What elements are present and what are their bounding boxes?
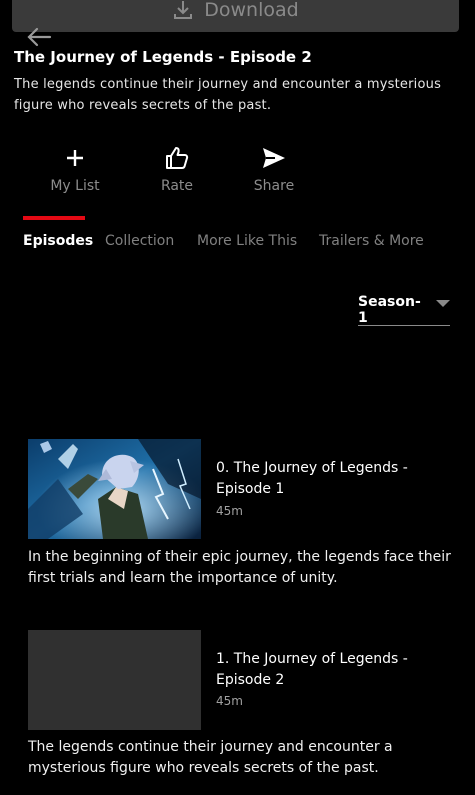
download-label: Download: [204, 0, 299, 21]
episode-duration: 45m: [216, 504, 243, 518]
season-selected: Season-1: [358, 294, 421, 326]
my-list-button[interactable]: My List: [30, 144, 120, 194]
episode-thumbnail[interactable]: [28, 439, 201, 539]
episode-title[interactable]: 1. The Journey of Legends - Episode 2: [216, 649, 426, 691]
episode-description: In the beginning of their epic journey, …: [28, 549, 451, 586]
episode-thumbnail-placeholder[interactable]: [28, 630, 201, 730]
caret-down-icon: [436, 300, 450, 307]
tab-collection[interactable]: Collection: [105, 233, 174, 249]
anime-character-artwork: [28, 439, 201, 539]
plus-icon: [65, 144, 85, 172]
active-tab-indicator: [23, 216, 85, 220]
download-button[interactable]: Download: [12, 0, 459, 32]
send-icon: [261, 144, 287, 172]
share-label: Share: [253, 178, 295, 194]
episode-description: The legends continue their journey and e…: [28, 739, 393, 776]
episode-synopsis: The legends continue their journey and e…: [14, 77, 442, 113]
episode-detail-page: Download The Journey of Legends - Episod…: [0, 0, 475, 795]
rate-label: Rate: [160, 178, 194, 194]
episode-duration: 45m: [216, 694, 243, 708]
back-button[interactable]: [26, 26, 52, 48]
page-title: The Journey of Legends - Episode 2: [14, 48, 312, 66]
my-list-label: My List: [50, 178, 100, 194]
tab-trailers-and-more[interactable]: Trailers & More: [319, 233, 424, 249]
episode-title[interactable]: 0. The Journey of Legends - Episode 1: [216, 458, 426, 500]
tab-more-like-this[interactable]: More Like This: [197, 233, 297, 249]
share-button[interactable]: Share: [229, 144, 319, 194]
thumbs-up-icon: [164, 144, 190, 172]
download-icon: [172, 0, 194, 21]
tab-episodes[interactable]: Episodes: [23, 233, 93, 249]
season-dropdown[interactable]: Season-1: [358, 294, 450, 326]
rate-button[interactable]: Rate: [132, 144, 222, 194]
back-arrow-icon: [27, 27, 52, 47]
